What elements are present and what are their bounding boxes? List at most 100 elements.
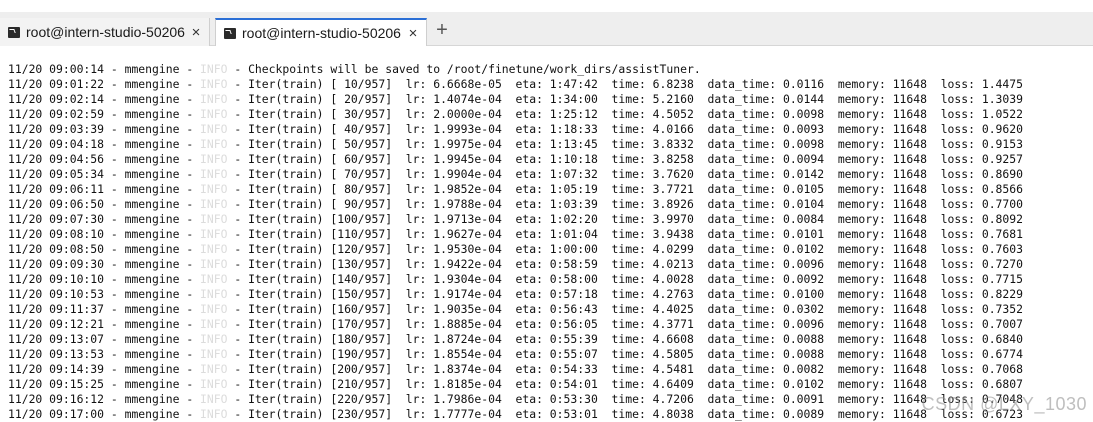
log-logger: mmengine — [124, 227, 180, 241]
log-level: INFO — [200, 107, 228, 121]
terminal-output[interactable]: 11/20 09:00:14 - mmengine - INFO - Check… — [0, 47, 1093, 421]
log-message: Iter(train) [220/957] lr: 1.7986e-04 eta… — [248, 392, 1023, 406]
log-timestamp: 11/20 09:01:22 — [8, 77, 105, 91]
log-timestamp: 11/20 09:15:25 — [8, 377, 105, 391]
log-line: 11/20 09:02:59 - mmengine - INFO - Iter(… — [8, 107, 1023, 121]
log-line: 11/20 09:13:53 - mmengine - INFO - Iter(… — [8, 347, 1023, 361]
log-level: INFO — [200, 227, 228, 241]
log-message: Checkpoints will be saved to /root/finet… — [248, 62, 701, 76]
log-line: 11/20 09:08:10 - mmengine - INFO - Iter(… — [8, 227, 1023, 241]
log-line: 11/20 09:16:12 - mmengine - INFO - Iter(… — [8, 392, 1023, 406]
log-timestamp: 11/20 09:08:10 — [8, 227, 105, 241]
log-timestamp: 11/20 09:06:50 — [8, 197, 105, 211]
close-icon[interactable]: × — [404, 25, 422, 42]
log-logger: mmengine — [124, 212, 180, 226]
log-timestamp: 11/20 09:04:56 — [8, 152, 105, 166]
log-level: INFO — [200, 257, 228, 271]
log-logger: mmengine — [124, 407, 180, 421]
log-level: INFO — [200, 317, 228, 331]
tab-bar: root@intern-studio-50206 × root@intern-s… — [0, 12, 1093, 46]
log-level: INFO — [200, 92, 228, 106]
log-logger: mmengine — [124, 92, 180, 106]
log-logger: mmengine — [124, 182, 180, 196]
log-logger: mmengine — [124, 242, 180, 256]
close-icon[interactable]: × — [187, 24, 205, 41]
log-message: Iter(train) [120/957] lr: 1.9530e-04 eta… — [248, 242, 1023, 256]
log-line: 11/20 09:10:10 - mmengine - INFO - Iter(… — [8, 272, 1023, 286]
log-timestamp: 11/20 09:13:53 — [8, 347, 105, 361]
log-logger: mmengine — [124, 62, 180, 76]
log-message: Iter(train) [ 30/957] lr: 2.0000e-04 eta… — [248, 107, 1023, 121]
log-output: 11/20 09:00:14 - mmengine - INFO - Check… — [8, 62, 1023, 422]
log-message: Iter(train) [230/957] lr: 1.7777e-04 eta… — [248, 407, 1023, 421]
log-logger: mmengine — [124, 152, 180, 166]
log-logger: mmengine — [124, 107, 180, 121]
log-message: Iter(train) [ 20/957] lr: 1.4074e-04 eta… — [248, 92, 1023, 106]
log-message: Iter(train) [210/957] lr: 1.8185e-04 eta… — [248, 377, 1023, 391]
log-level: INFO — [200, 212, 228, 226]
log-timestamp: 11/20 09:07:30 — [8, 212, 105, 226]
log-logger: mmengine — [124, 332, 180, 346]
log-line: 11/20 09:12:21 - mmengine - INFO - Iter(… — [8, 317, 1023, 331]
log-logger: mmengine — [124, 302, 180, 316]
log-level: INFO — [200, 302, 228, 316]
log-line: 11/20 09:08:50 - mmengine - INFO - Iter(… — [8, 242, 1023, 256]
log-logger: mmengine — [124, 347, 180, 361]
log-level: INFO — [200, 407, 228, 421]
log-logger: mmengine — [124, 272, 180, 286]
log-level: INFO — [200, 182, 228, 196]
log-level: INFO — [200, 62, 228, 76]
log-logger: mmengine — [124, 287, 180, 301]
log-line: 11/20 09:04:18 - mmengine - INFO - Iter(… — [8, 137, 1023, 151]
log-message: Iter(train) [100/957] lr: 1.9713e-04 eta… — [248, 212, 1023, 226]
log-message: Iter(train) [200/957] lr: 1.8374e-04 eta… — [248, 362, 1023, 376]
log-message: Iter(train) [ 60/957] lr: 1.9945e-04 eta… — [248, 152, 1023, 166]
log-message: Iter(train) [110/957] lr: 1.9627e-04 eta… — [248, 227, 1023, 241]
log-timestamp: 11/20 09:17:00 — [8, 407, 105, 421]
log-level: INFO — [200, 77, 228, 91]
log-message: Iter(train) [ 10/957] lr: 6.6668e-05 eta… — [248, 77, 1023, 91]
log-level: INFO — [200, 137, 228, 151]
log-message: Iter(train) [140/957] lr: 1.9304e-04 eta… — [248, 272, 1023, 286]
log-timestamp: 11/20 09:12:21 — [8, 317, 105, 331]
log-message: Iter(train) [180/957] lr: 1.8724e-04 eta… — [248, 332, 1023, 346]
log-line: 11/20 09:17:00 - mmengine - INFO - Iter(… — [8, 407, 1023, 421]
tab-terminal-2[interactable]: root@intern-studio-50206 × — [215, 18, 427, 46]
log-logger: mmengine — [124, 377, 180, 391]
log-message: Iter(train) [ 40/957] lr: 1.9993e-04 eta… — [248, 122, 1023, 136]
log-line: 11/20 09:15:25 - mmengine - INFO - Iter(… — [8, 377, 1023, 391]
log-message: Iter(train) [ 50/957] lr: 1.9975e-04 eta… — [248, 137, 1023, 151]
log-timestamp: 11/20 09:06:11 — [8, 182, 105, 196]
log-level: INFO — [200, 167, 228, 181]
log-timestamp: 11/20 09:16:12 — [8, 392, 105, 406]
log-line: 11/20 09:06:50 - mmengine - INFO - Iter(… — [8, 197, 1023, 211]
log-line: 11/20 09:13:07 - mmengine - INFO - Iter(… — [8, 332, 1023, 346]
log-logger: mmengine — [124, 77, 180, 91]
log-level: INFO — [200, 362, 228, 376]
log-message: Iter(train) [130/957] lr: 1.9422e-04 eta… — [248, 257, 1023, 271]
log-level: INFO — [200, 287, 228, 301]
log-level: INFO — [200, 272, 228, 286]
log-timestamp: 11/20 09:09:30 — [8, 257, 105, 271]
log-line: 11/20 09:14:39 - mmengine - INFO - Iter(… — [8, 362, 1023, 376]
log-logger: mmengine — [124, 362, 180, 376]
log-level: INFO — [200, 152, 228, 166]
log-line: 11/20 09:09:30 - mmengine - INFO - Iter(… — [8, 257, 1023, 271]
log-logger: mmengine — [124, 197, 180, 211]
log-message: Iter(train) [ 90/957] lr: 1.9788e-04 eta… — [248, 197, 1023, 211]
new-tab-button[interactable]: + — [431, 19, 453, 43]
log-level: INFO — [200, 122, 228, 136]
log-logger: mmengine — [124, 122, 180, 136]
log-level: INFO — [200, 377, 228, 391]
log-line: 11/20 09:11:37 - mmengine - INFO - Iter(… — [8, 302, 1023, 316]
log-line: 11/20 09:10:53 - mmengine - INFO - Iter(… — [8, 287, 1023, 301]
tab-title: root@intern-studio-50206 — [242, 25, 401, 41]
log-line: 11/20 09:00:14 - mmengine - INFO - Check… — [8, 62, 701, 76]
log-line: 11/20 09:02:14 - mmengine - INFO - Iter(… — [8, 92, 1023, 106]
log-message: Iter(train) [190/957] lr: 1.8554e-04 eta… — [248, 347, 1023, 361]
log-message: Iter(train) [170/957] lr: 1.8885e-04 eta… — [248, 317, 1023, 331]
tab-terminal-1[interactable]: root@intern-studio-50206 × — [0, 18, 210, 46]
log-message: Iter(train) [ 80/957] lr: 1.9852e-04 eta… — [248, 182, 1023, 196]
log-level: INFO — [200, 332, 228, 346]
log-level: INFO — [200, 347, 228, 361]
